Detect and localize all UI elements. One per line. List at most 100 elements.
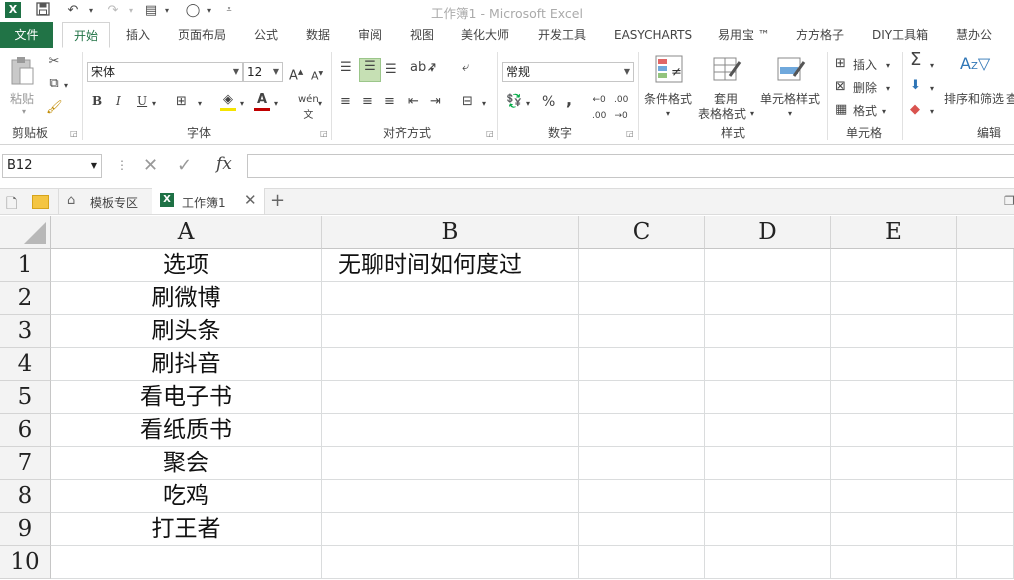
row-header[interactable]: 5 [0, 381, 51, 414]
row-header[interactable]: 8 [0, 480, 51, 513]
tab-template-zone[interactable]: ⌂ 模板专区 [58, 189, 154, 214]
cell-a9[interactable]: 打王者 [51, 513, 322, 546]
row-header[interactable]: 9 [0, 513, 51, 546]
percent-style-button[interactable]: % [542, 94, 555, 110]
folder-icon[interactable] [32, 195, 49, 209]
format-cells-label[interactable]: 格式 [853, 102, 877, 119]
tab-formulas[interactable]: 公式 [254, 22, 278, 48]
increase-decimal-icon[interactable]: ←0.00 [592, 92, 606, 124]
align-middle-icon[interactable]: ☰ [359, 58, 381, 82]
merge-dropdown-icon[interactable]: ▾ [482, 96, 486, 112]
cell-e10[interactable] [831, 546, 957, 579]
cell-a7[interactable]: 聚会 [51, 447, 322, 480]
cell-c5[interactable] [579, 381, 705, 414]
cell-f9[interactable] [957, 513, 1014, 546]
cell-c7[interactable] [579, 447, 705, 480]
alignment-launcher-icon[interactable]: ◲ [486, 129, 494, 138]
cell-e2[interactable] [831, 282, 957, 315]
cell-d5[interactable] [705, 381, 831, 414]
cell-c4[interactable] [579, 348, 705, 381]
cell-d1[interactable] [705, 249, 831, 282]
select-all-corner[interactable] [0, 216, 51, 249]
italic-button[interactable]: I [116, 94, 121, 108]
close-tab-icon[interactable]: ✕ [244, 191, 257, 209]
cell-e1[interactable] [831, 249, 957, 282]
cell-d10[interactable] [705, 546, 831, 579]
cell-c9[interactable] [579, 513, 705, 546]
tab-easycharts[interactable]: EASYCHARTS [614, 22, 692, 48]
cell-f5[interactable] [957, 381, 1014, 414]
formula-input[interactable] [247, 154, 1014, 178]
cell-a4[interactable]: 刷抖音 [51, 348, 322, 381]
merge-center-icon[interactable]: ⊟ [462, 94, 473, 110]
cell-d2[interactable] [705, 282, 831, 315]
phonetic-guide-icon[interactable]: wén 文 [298, 92, 319, 124]
clear-dropdown-icon[interactable]: ▾ [930, 104, 934, 120]
tab-insert[interactable]: 插入 [126, 22, 150, 48]
sort-filter-label[interactable]: 排序和筛选 [944, 90, 1004, 107]
cell-e9[interactable] [831, 513, 957, 546]
cell-d4[interactable] [705, 348, 831, 381]
cell-d7[interactable] [705, 447, 831, 480]
column-header-c[interactable]: C [579, 216, 705, 249]
cell-e6[interactable] [831, 414, 957, 447]
name-box-dropdown-icon[interactable]: ▼ [91, 155, 97, 177]
cell-a8[interactable]: 吃鸡 [51, 480, 322, 513]
tab-review[interactable]: 审阅 [358, 22, 382, 48]
cell-b3[interactable] [322, 315, 579, 348]
tab-page-layout[interactable]: 页面布局 [178, 22, 226, 48]
insert-cells-label[interactable]: 插入 [853, 56, 877, 73]
cell-a5[interactable]: 看电子书 [51, 381, 322, 414]
cell-b9[interactable] [322, 513, 579, 546]
cell-f1[interactable] [957, 249, 1014, 282]
cell-styles-label[interactable]: 单元格样式 [760, 90, 820, 107]
cell-e4[interactable] [831, 348, 957, 381]
fill-dropdown-icon[interactable]: ▾ [930, 81, 934, 97]
cell-b4[interactable] [322, 348, 579, 381]
align-center-icon[interactable]: ≡ [362, 94, 373, 110]
orientation-dropdown-icon[interactable]: ▾ [430, 62, 434, 78]
copy-icon[interactable]: ⧉ [46, 76, 62, 92]
conditional-formatting-dropdown-icon[interactable]: ▾ [666, 106, 670, 122]
number-format-dropdown-icon[interactable]: ▼ [624, 63, 630, 81]
cell-e5[interactable] [831, 381, 957, 414]
row-header[interactable]: 4 [0, 348, 51, 381]
tab-view[interactable]: 视图 [410, 22, 434, 48]
formula-bar-grip-icon[interactable]: ⋮ [116, 158, 128, 172]
column-header-a[interactable]: A [51, 216, 322, 249]
fill-color-dropdown-icon[interactable]: ▾ [240, 96, 244, 112]
row-header[interactable]: 2 [0, 282, 51, 315]
fill-color-icon[interactable]: ◈ [220, 92, 236, 111]
decrease-font-size-icon[interactable]: A▼ [311, 66, 323, 85]
name-box[interactable]: B12 ▼ [2, 154, 102, 178]
row-header[interactable]: 10 [0, 546, 51, 579]
row-header[interactable]: 1 [0, 249, 51, 282]
insert-function-button[interactable]: fx [216, 154, 232, 174]
cell-b1[interactable]: 无聊时间如何度过 [322, 249, 579, 282]
tab-yiyongbao[interactable]: 易用宝 ™ [718, 22, 770, 48]
cell-f7[interactable] [957, 447, 1014, 480]
cell-a2[interactable]: 刷微博 [51, 282, 322, 315]
cell-f2[interactable] [957, 282, 1014, 315]
increase-font-size-icon[interactable]: A▲ [289, 64, 303, 84]
row-header[interactable]: 6 [0, 414, 51, 447]
cell-a10[interactable] [51, 546, 322, 579]
delete-cells-label[interactable]: 删除 [853, 79, 877, 96]
font-launcher-icon[interactable]: ◲ [320, 129, 328, 138]
cell-f8[interactable] [957, 480, 1014, 513]
cell-d6[interactable] [705, 414, 831, 447]
autosum-icon[interactable]: Σ [910, 51, 921, 69]
font-color-dropdown-icon[interactable]: ▾ [274, 96, 278, 112]
format-as-table-icon[interactable] [712, 54, 742, 84]
cell-a1[interactable]: 选项 [51, 249, 322, 282]
tab-huibangong[interactable]: 慧办公 [956, 22, 992, 48]
cell-b8[interactable] [322, 480, 579, 513]
cell-e3[interactable] [831, 315, 957, 348]
tab-home[interactable]: 开始 [62, 22, 110, 48]
delete-dropdown-icon[interactable]: ▾ [886, 81, 890, 97]
paste-dropdown-icon[interactable]: ▾ [22, 104, 26, 120]
cell-c2[interactable] [579, 282, 705, 315]
format-cells-icon[interactable]: ▦ [835, 102, 847, 118]
tab-data[interactable]: 数据 [306, 22, 330, 48]
conditional-formatting-label[interactable]: 条件格式 [644, 90, 692, 107]
